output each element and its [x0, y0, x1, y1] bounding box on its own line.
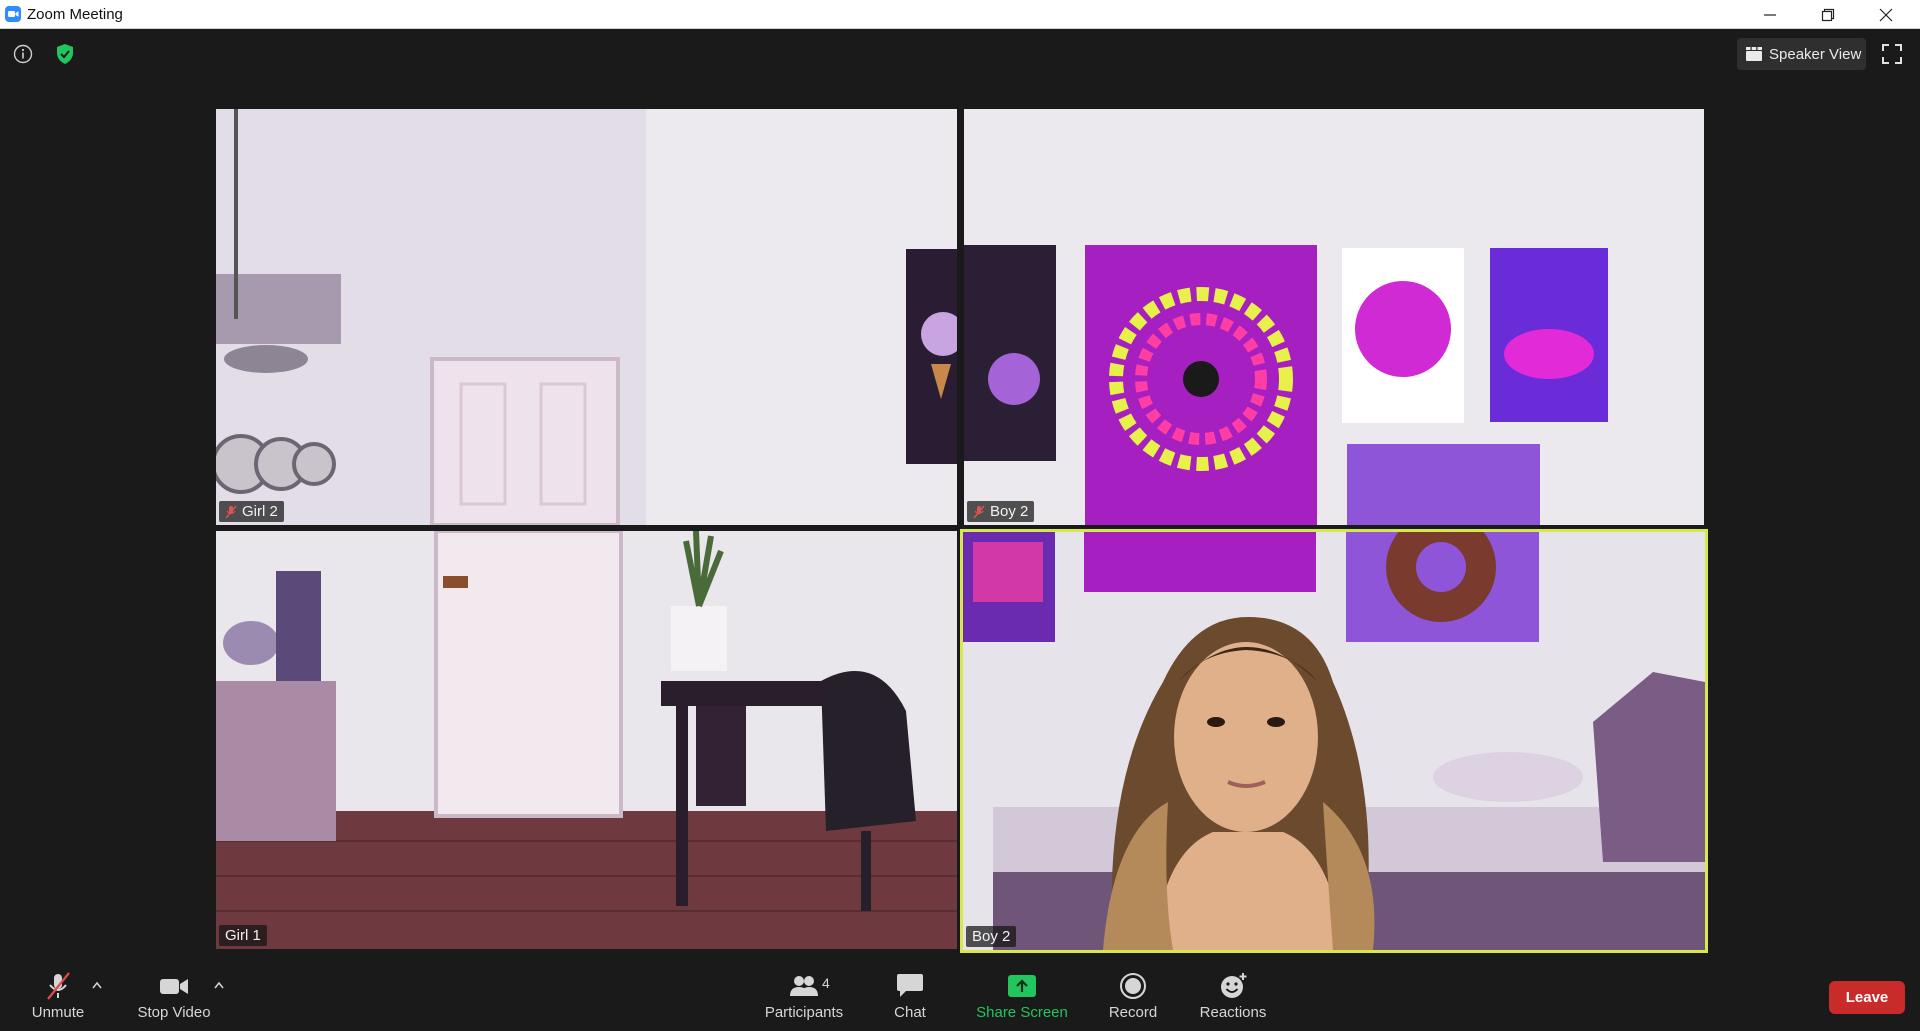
- reactions-icon: [1221, 973, 1247, 998]
- mic-muted-icon: [47, 972, 70, 1000]
- stop-video-button[interactable]: Stop Video: [130, 961, 218, 1031]
- participant-name-label: Girl 1: [219, 925, 267, 946]
- virtual-background-kitchen: [216, 109, 957, 525]
- unmute-label: Unmute: [31, 1004, 85, 1021]
- chat-icon: [897, 974, 923, 997]
- video-tile-girl-2[interactable]: Girl 2: [216, 109, 957, 525]
- participant-name-label: Girl 2: [219, 501, 284, 522]
- speaker-view-icon: [1746, 47, 1762, 61]
- meeting-toolbar: [0, 961, 1920, 1031]
- stop-video-label: Stop Video: [137, 1004, 211, 1021]
- speaker-view-button[interactable]: Speaker View: [1737, 38, 1866, 70]
- window-title: Zoom Meeting: [27, 6, 123, 23]
- fullscreen-icon[interactable]: [1882, 44, 1902, 64]
- window-title-bar: Zoom Meeting: [0, 0, 1920, 29]
- reactions-label: Reactions: [1199, 1004, 1267, 1021]
- share-screen-label: Share Screen: [976, 1004, 1068, 1021]
- shield-check-icon[interactable]: [54, 43, 76, 65]
- record-icon: [1120, 973, 1146, 999]
- participant-name: Boy 2: [972, 928, 1011, 945]
- close-window-button[interactable]: [1858, 0, 1914, 29]
- participants-count: 4: [822, 975, 830, 991]
- virtual-background-office: [216, 531, 957, 949]
- minimize-icon: [1764, 13, 1776, 16]
- chat-button[interactable]: Chat: [886, 961, 934, 1031]
- info-icon[interactable]: [13, 44, 33, 64]
- chevron-up-icon[interactable]: [92, 981, 102, 989]
- chat-label: Chat: [894, 1004, 926, 1021]
- record-button[interactable]: Record: [1103, 961, 1163, 1031]
- participant-name: Boy 2: [990, 503, 1029, 520]
- participant-name-label: Boy 2: [966, 926, 1017, 947]
- unmute-button[interactable]: Unmute: [22, 961, 94, 1031]
- restore-icon: [1821, 8, 1835, 21]
- participant-name: Girl 2: [242, 503, 278, 520]
- reactions-button[interactable]: Reactions: [1196, 961, 1270, 1031]
- mic-muted-icon: [225, 505, 237, 518]
- record-label: Record: [1108, 1004, 1158, 1021]
- speaker-view-label: Speaker View: [1769, 45, 1862, 63]
- zoom-app-icon: [5, 6, 21, 22]
- restore-button[interactable]: [1800, 0, 1856, 29]
- participants-label: Participants: [764, 1004, 844, 1021]
- video-tile-girl-1[interactable]: Girl 1: [216, 531, 957, 949]
- virtual-background-posters: [964, 109, 1704, 525]
- participant-name: Girl 1: [225, 927, 261, 944]
- video-camera-icon: [160, 979, 188, 994]
- video-tile-boy-2-active-speaker[interactable]: Boy 2: [960, 529, 1708, 953]
- minimize-button[interactable]: [1742, 0, 1798, 29]
- video-tile-boy-2[interactable]: Boy 2: [964, 109, 1704, 525]
- mic-muted-icon: [973, 505, 985, 518]
- chevron-up-icon[interactable]: [214, 981, 224, 989]
- close-icon: [1879, 8, 1893, 21]
- participants-icon: [790, 976, 818, 996]
- share-screen-button[interactable]: Share Screen: [972, 961, 1072, 1031]
- leave-button[interactable]: Leave: [1829, 981, 1905, 1014]
- participants-button[interactable]: Participants: [758, 961, 850, 1031]
- virtual-background-bedroom-with-person: [963, 532, 1705, 950]
- participant-name-label: Boy 2: [967, 501, 1035, 522]
- share-screen-icon: [1008, 975, 1036, 997]
